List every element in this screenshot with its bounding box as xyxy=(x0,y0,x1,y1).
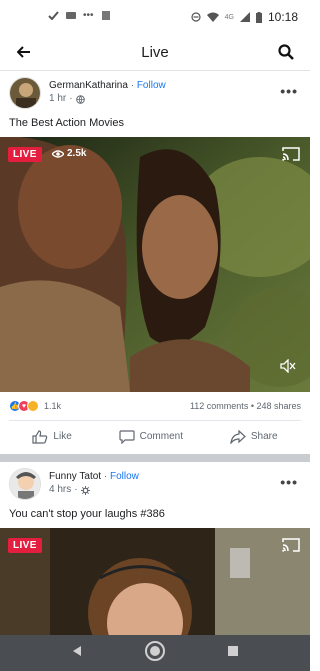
sad-reaction-icon xyxy=(27,400,39,412)
mute-button[interactable] xyxy=(280,358,296,378)
live-post: GermanKatharina · Follow 1 hr · ••• The … xyxy=(0,71,310,452)
wifi-icon xyxy=(206,12,219,22)
page-title: Live xyxy=(141,43,169,61)
eye-icon xyxy=(52,149,64,158)
cast-button[interactable] xyxy=(282,538,300,557)
share-button[interactable]: Share xyxy=(230,429,278,444)
like-button[interactable]: Like xyxy=(32,429,72,444)
globe-icon xyxy=(75,94,85,104)
avatar[interactable] xyxy=(9,77,41,109)
post-separator xyxy=(0,454,310,462)
follow-button[interactable]: Follow xyxy=(137,80,166,91)
cast-icon xyxy=(282,147,300,161)
clock: 10:18 xyxy=(267,10,298,24)
square-recents-icon xyxy=(228,646,239,656)
back-button[interactable] xyxy=(12,40,36,64)
app-icon xyxy=(66,12,76,19)
comment-icon xyxy=(119,429,135,444)
viewer-count: 2.5k xyxy=(52,148,86,159)
search-icon xyxy=(278,44,294,60)
search-button[interactable] xyxy=(274,40,298,64)
video-frame xyxy=(0,137,310,392)
nav-back-button[interactable] xyxy=(71,644,83,662)
reaction-count: 1.1k xyxy=(44,401,62,411)
post-header: GermanKatharina · Follow 1 hr · ••• xyxy=(0,71,310,111)
dnd-icon xyxy=(191,12,201,22)
thumbs-up-icon xyxy=(32,429,48,444)
live-post: Funny Tatot · Follow 4 hrs · ••• You can… xyxy=(0,462,310,638)
nav-home-button[interactable] xyxy=(144,640,166,667)
post-caption: You can't stop your laughs #386 xyxy=(9,508,165,520)
post-time: 1 hr xyxy=(49,93,67,104)
status-bar: ••• 4G 10:18 xyxy=(0,0,310,34)
live-video[interactable]: LIVE 2.5k xyxy=(0,137,310,392)
reactions-summary[interactable]: 👍 ♥ 1.1k 112 comments • 248 shares xyxy=(0,392,310,420)
author-name[interactable]: Funny Tatot xyxy=(49,471,101,482)
author-name[interactable]: GermanKatharina xyxy=(49,80,128,91)
nav-recents-button[interactable] xyxy=(227,644,239,662)
muted-speaker-icon xyxy=(280,358,296,374)
notification-icons: ••• xyxy=(48,10,111,21)
settings-icon xyxy=(80,485,90,495)
triangle-back-icon xyxy=(72,646,81,656)
post-header: Funny Tatot · Follow 4 hrs · ••• xyxy=(0,462,310,502)
cast-button[interactable] xyxy=(282,147,300,166)
post-actions: Like Comment Share xyxy=(9,420,301,452)
circle-home-icon xyxy=(144,640,165,661)
share-icon xyxy=(230,429,246,444)
post-time: 4 hrs xyxy=(49,484,72,495)
post-caption: The Best Action Movies xyxy=(9,117,124,129)
more-options-button[interactable]: ••• xyxy=(280,83,298,99)
comment-button[interactable]: Comment xyxy=(119,429,183,444)
more-options-button[interactable]: ••• xyxy=(280,474,298,490)
back-arrow-icon xyxy=(17,46,30,58)
battery-icon xyxy=(255,11,262,23)
check-icon xyxy=(48,11,59,20)
signal-icon xyxy=(239,12,250,22)
comments-shares-count[interactable]: 112 comments • 248 shares xyxy=(190,401,301,411)
avatar[interactable] xyxy=(9,468,41,500)
live-badge: LIVE xyxy=(8,538,42,553)
top-app-bar: Live xyxy=(0,34,310,70)
app-icon-2 xyxy=(101,11,110,20)
more-notifications-icon: ••• xyxy=(83,10,94,21)
live-video[interactable]: LIVE xyxy=(0,528,310,638)
system-navigation-bar xyxy=(0,635,310,671)
video-frame xyxy=(0,528,310,638)
cast-icon xyxy=(282,538,300,552)
live-badge: LIVE xyxy=(8,147,42,162)
follow-button[interactable]: Follow xyxy=(110,471,139,482)
network-label: 4G xyxy=(224,13,234,21)
